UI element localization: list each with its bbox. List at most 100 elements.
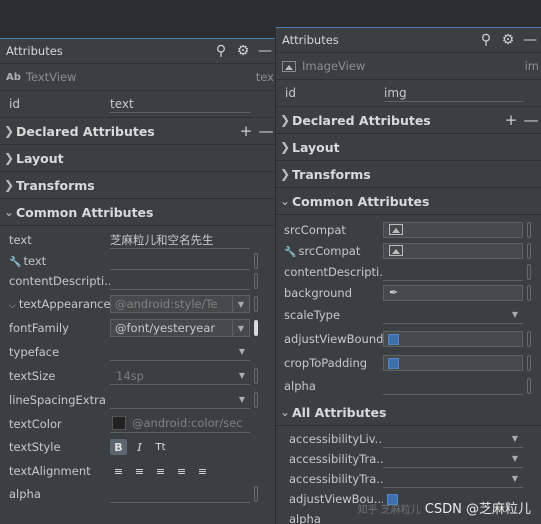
resource-picker[interactable] xyxy=(254,486,258,502)
widget-right-text: im xyxy=(524,59,539,73)
text-size-dropdown[interactable]: 14sp ▼ xyxy=(110,367,250,385)
section-layout[interactable]: ❯ Layout xyxy=(0,145,276,172)
id-input[interactable]: img xyxy=(384,84,524,102)
minus-icon[interactable]: — xyxy=(521,111,541,129)
section-common-attributes[interactable]: ⌄ Common Attributes xyxy=(0,199,276,226)
section-declared-attributes[interactable]: ❯ Declared Attributes + — xyxy=(0,118,276,145)
attr-label: fontFamily xyxy=(9,321,69,335)
attr-label: background xyxy=(284,285,353,300)
adjust-view-bounds-input xyxy=(383,331,523,347)
image-icon xyxy=(389,224,403,235)
section-label: Transforms xyxy=(292,166,371,182)
resource-picker[interactable] xyxy=(527,378,531,394)
text-input[interactable]: 芝麻粒儿和空名先生 xyxy=(110,231,250,249)
id-input[interactable]: text xyxy=(110,95,250,113)
text-color-input[interactable]: @android:color/sec xyxy=(110,415,250,433)
gear-icon[interactable]: ⚙ xyxy=(497,32,519,48)
attr-dropdown[interactable]: ▼ xyxy=(383,470,523,488)
all-caps-icon[interactable]: Tt xyxy=(152,439,169,455)
resource-picker[interactable] xyxy=(254,392,258,408)
line-spacing-extra-dropdown[interactable]: ▼ xyxy=(110,391,250,409)
attr-label: cropToPadding xyxy=(284,356,368,370)
section-label: Declared Attributes xyxy=(292,112,431,128)
resource-picker[interactable] xyxy=(527,331,531,347)
attr-row-text-size: textSize 14sp ▼ xyxy=(0,364,276,388)
minimize-icon[interactable]: — xyxy=(254,43,276,59)
tools-text-input[interactable] xyxy=(110,252,250,270)
attr-row-text-style: textStyle B I Tt xyxy=(0,435,276,459)
attr-label: alpha xyxy=(9,487,41,501)
background-input[interactable]: ✒ xyxy=(383,284,523,301)
resource-picker[interactable] xyxy=(254,320,258,336)
dropdown-arrow-icon: ▼ xyxy=(238,395,246,404)
adjust-view-bounds-checkbox[interactable] xyxy=(388,333,399,345)
resource-picker[interactable] xyxy=(254,252,258,269)
attr-label: textColor xyxy=(9,416,62,431)
resource-picker[interactable] xyxy=(527,242,531,259)
section-transforms[interactable]: ❯ Transforms xyxy=(276,161,541,188)
resource-picker[interactable] xyxy=(254,368,258,384)
color-swatch[interactable] xyxy=(112,416,126,430)
chevron-down-icon: ⌄ xyxy=(3,205,15,219)
resource-picker[interactable] xyxy=(527,355,531,371)
minimize-icon[interactable]: — xyxy=(519,32,541,48)
section-layout[interactable]: ❯ Layout xyxy=(276,134,541,161)
alpha-input[interactable] xyxy=(383,377,523,395)
font-family-value: @font/yesteryear xyxy=(115,321,216,335)
content-description-input[interactable] xyxy=(383,263,523,281)
gear-icon[interactable]: ⚙ xyxy=(232,43,254,59)
search-icon[interactable]: ⚲ xyxy=(475,32,497,48)
widget-info-row: ImageView im xyxy=(276,53,541,80)
panel-titlebar: Attributes ⚲ ⚙ — xyxy=(276,28,541,53)
align-center-icon[interactable]: ≡ xyxy=(152,463,169,479)
typeface-dropdown[interactable]: ▼ xyxy=(110,343,250,361)
tools-src-compat-input[interactable] xyxy=(383,242,523,259)
content-description-input[interactable] xyxy=(110,272,250,290)
italic-icon[interactable]: I xyxy=(131,439,148,455)
text-appearance-dropdown[interactable]: @android:style/Te ▼ xyxy=(110,295,250,313)
resource-picker[interactable] xyxy=(254,296,258,312)
section-transforms[interactable]: ❯ Transforms xyxy=(0,172,276,199)
align-start-icon[interactable]: ≡ xyxy=(110,463,127,479)
resource-picker[interactable] xyxy=(527,221,531,238)
eyedropper-icon[interactable]: ✒ xyxy=(389,286,398,299)
section-all-attributes[interactable]: ⌄ All Attributes xyxy=(276,399,541,426)
attr-label: text xyxy=(9,233,32,247)
all-attr-row: accessibilityLiv... ▼ xyxy=(276,429,541,449)
section-declared-attributes[interactable]: ❯ Declared Attributes + — xyxy=(276,107,541,134)
wrench-icon: 🔧 xyxy=(9,256,22,268)
align-end-icon[interactable]: ≡ xyxy=(194,463,211,479)
attr-label: srcCompat xyxy=(284,222,346,237)
attributes-panel-imageview: Attributes ⚲ ⚙ — ImageView im id img ❯ D… xyxy=(275,27,541,524)
attr-dropdown[interactable]: ▼ xyxy=(383,430,523,448)
search-icon[interactable]: ⚲ xyxy=(210,43,232,59)
watermark-faint: 知乎 芝麻粒儿 xyxy=(357,505,421,516)
resource-picker[interactable] xyxy=(254,273,258,289)
alpha-input[interactable] xyxy=(110,485,250,503)
bold-icon[interactable]: B xyxy=(110,439,127,455)
minus-icon[interactable]: — xyxy=(256,122,276,140)
src-compat-input[interactable] xyxy=(383,221,523,238)
chevron-right-icon: ❯ xyxy=(279,113,291,127)
plus-icon[interactable]: + xyxy=(236,122,256,140)
id-label: id xyxy=(285,86,296,100)
attr-dropdown[interactable]: ▼ xyxy=(383,450,523,468)
resource-picker[interactable] xyxy=(527,263,531,280)
crop-to-padding-checkbox[interactable] xyxy=(388,357,399,369)
dropdown-arrow-icon: ▼ xyxy=(511,474,519,483)
attr-label: lineSpacingExtra xyxy=(9,393,106,407)
attr-row-text-appearance: ⌵ textAppearance @android:style/Te ▼ xyxy=(0,292,276,316)
resource-picker[interactable] xyxy=(527,284,531,301)
dropdown-arrow-icon: ▼ xyxy=(511,454,519,463)
section-common-attributes[interactable]: ⌄ Common Attributes xyxy=(276,188,541,215)
text-size-value: 14sp xyxy=(116,368,144,383)
id-row: id img xyxy=(276,80,541,107)
align-left-icon[interactable]: ≡ xyxy=(131,463,148,479)
scale-type-dropdown[interactable]: ▼ xyxy=(383,306,523,324)
plus-icon[interactable]: + xyxy=(501,111,521,129)
common-attributes-list: text 芝麻粒儿和空名先生 🔧 text contentDescripti...… xyxy=(0,226,276,505)
attr-row-alpha: alpha xyxy=(0,483,276,505)
widget-info-row: Ab TextView tex xyxy=(0,64,276,91)
align-right-icon[interactable]: ≡ xyxy=(173,463,190,479)
font-family-dropdown[interactable]: @font/yesteryear ▼ xyxy=(110,319,250,337)
